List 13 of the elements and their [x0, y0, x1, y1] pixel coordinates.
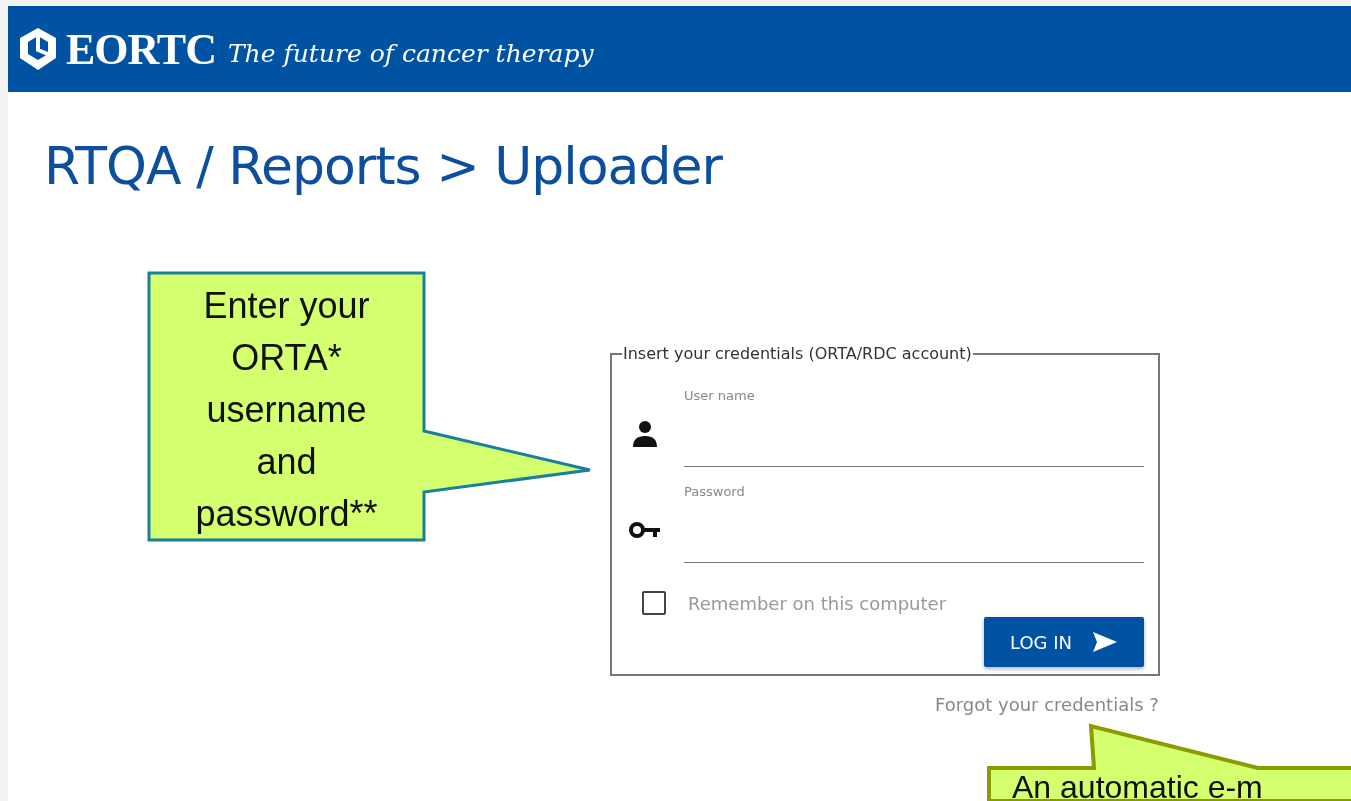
page-title: RTQA / Reports > Uploader [44, 136, 724, 196]
callout-text: Enter your ORTA* username and password** [194, 284, 379, 536]
callout-text: An automatic e-m [1012, 772, 1263, 801]
panel-legend: Insert your credentials (ORTA/RDC account) [622, 344, 973, 363]
checkbox[interactable] [642, 591, 666, 615]
checkbox-label: Remember on this computer [688, 592, 947, 614]
forgot-credentials-link[interactable]: Forgot your credentials ? [935, 694, 1159, 715]
input-field[interactable]: User name [684, 388, 1144, 467]
logo-text: EORTC [66, 23, 216, 75]
send-icon [1092, 631, 1118, 653]
login-button[interactable]: LOG IN [984, 617, 1144, 667]
input-field[interactable]: Password [684, 484, 1144, 563]
tagline: The future of cancer therapy [227, 38, 594, 68]
